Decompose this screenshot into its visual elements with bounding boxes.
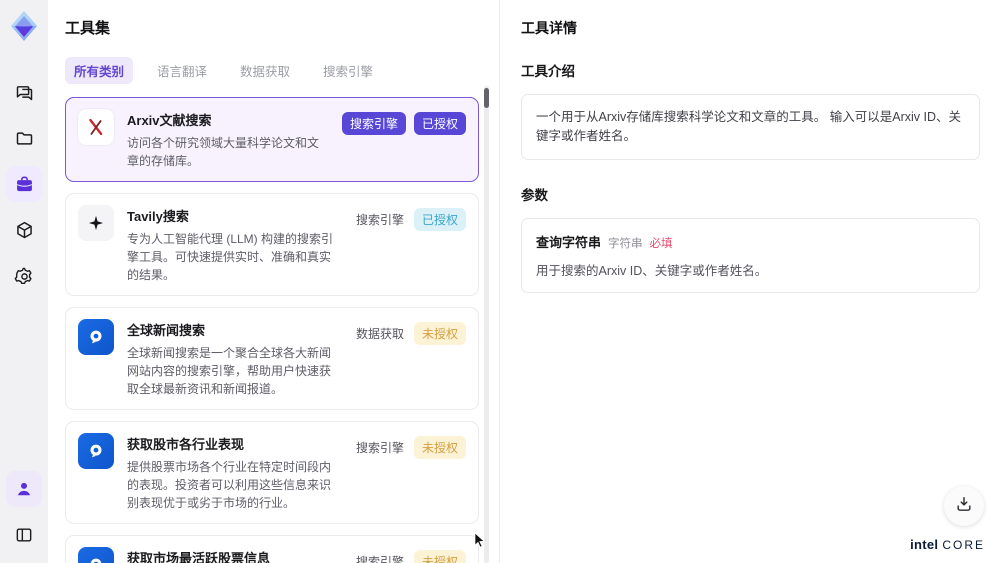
- app-window: 工具集 所有类别 语言翻译 数据获取 搜索引擎 Arxiv文献搜索 访问各个研究…: [0, 0, 1000, 563]
- left-rail: [0, 0, 48, 563]
- sidebar-item-settings[interactable]: [6, 258, 42, 294]
- sidebar-item-tools[interactable]: [6, 166, 42, 202]
- sidebar-item-account[interactable]: [6, 471, 42, 507]
- category-badge: 搜索引擎: [355, 213, 404, 227]
- param-item: 查询字符串 字符串 必填 用于搜索的Arxiv ID、关键字或作者姓名。: [521, 217, 980, 293]
- status-badge: 已授权: [413, 112, 466, 135]
- tool-card-most-active-stocks[interactable]: 获取市场最活跃股票信息 提供当天交易量最高的股票列表。投资者可以利用这些信息来识…: [65, 535, 479, 563]
- app-logo-icon: [6, 8, 42, 44]
- tool-detail-panel: 工具详情 工具介绍 一个用于从Arxiv存储库搜索科学论文和文章的工具。 输入可…: [501, 0, 1000, 563]
- tool-name: 全球新闻搜索: [127, 323, 206, 338]
- category-tabs: 所有类别 语言翻译 数据获取 搜索引擎: [65, 57, 499, 84]
- param-description: 用于搜索的Arxiv ID、关键字或作者姓名。: [536, 263, 768, 278]
- sidebar-item-files[interactable]: [6, 120, 42, 156]
- status-badge: 未授权: [413, 550, 466, 563]
- tool-card-sector-performance[interactable]: 获取股市各行业表现 提供股票市场各个行业在特定时间段内的表现。投资者可以利用这些…: [65, 421, 479, 524]
- folder-icon: [14, 128, 35, 149]
- user-icon: [14, 479, 34, 499]
- tab-language-translation[interactable]: 语言翻译: [148, 57, 216, 84]
- detail-title: 工具详情: [521, 20, 577, 36]
- tool-description: 访问各个研究领域大量科学论文和文章的存储库。: [127, 136, 320, 168]
- tool-description: 全球新闻搜索是一个聚合全球各大新闻网站内容的搜索引擎，帮助用户快速获取全球最新资…: [127, 346, 332, 396]
- q-search-logo-icon: [78, 547, 114, 563]
- list-scrollbar-thumb[interactable]: [484, 88, 489, 108]
- list-scrollbar[interactable]: [484, 86, 489, 563]
- intro-heading: 工具介绍: [521, 64, 575, 79]
- tool-card-global-news[interactable]: 全球新闻搜索 全球新闻搜索是一个聚合全球各大新闻网站内容的搜索引擎，帮助用户快速…: [65, 307, 479, 410]
- chat-bubbles-icon: [14, 82, 35, 103]
- param-name: 查询字符串: [536, 234, 602, 250]
- panel-toggle-icon: [14, 525, 34, 545]
- tool-card-tavily[interactable]: Tavily搜索 专为人工智能代理 (LLM) 构建的搜索引擎工具。可快速提供实…: [65, 193, 479, 296]
- intro-text: 一个用于从Arxiv存储库搜索科学论文和文章的工具。 输入可以是Arxiv ID…: [521, 94, 980, 160]
- arxiv-logo-icon: [78, 109, 114, 145]
- tab-data-acquisition[interactable]: 数据获取: [231, 57, 299, 84]
- q-search-logo-icon: [78, 433, 114, 469]
- page-title: 工具集: [65, 20, 111, 37]
- sidebar-item-chat[interactable]: [6, 74, 42, 110]
- tool-card-list: Arxiv文献搜索 访问各个研究领域大量科学论文和文章的存储库。 搜索引擎 已授…: [65, 97, 479, 563]
- tool-name: 获取股市各行业表现: [127, 437, 245, 452]
- intel-core-logo: intel CORE: [910, 537, 985, 552]
- intel-brand-text: intel: [910, 537, 939, 552]
- briefcase-icon: [14, 174, 35, 195]
- category-badge: 搜索引擎: [355, 441, 404, 455]
- download-icon: [954, 494, 974, 519]
- tavily-star-icon: [78, 205, 114, 241]
- q-search-logo-icon: [78, 319, 114, 355]
- gear-icon: [14, 266, 35, 287]
- category-badge: 数据获取: [355, 327, 404, 341]
- tab-all-categories[interactable]: 所有类别: [65, 57, 134, 84]
- param-required-badge: 必填: [649, 237, 673, 250]
- tool-description: 专为人工智能代理 (LLM) 构建的搜索引擎工具。可快速提供实时、准确和真实的结…: [127, 232, 334, 282]
- params-heading: 参数: [521, 187, 548, 203]
- core-brand-text: CORE: [942, 538, 985, 552]
- category-badge: 搜索引擎: [355, 555, 404, 563]
- sidebar-item-collapse[interactable]: [6, 517, 42, 553]
- category-badge: 搜索引擎: [341, 112, 406, 135]
- cube-icon: [14, 220, 35, 241]
- tools-list-panel: 工具集 所有类别 语言翻译 数据获取 搜索引擎 Arxiv文献搜索 访问各个研究…: [48, 0, 500, 563]
- status-badge: 未授权: [413, 322, 466, 345]
- tool-description: 提供股票市场各个行业在特定时间段内的表现。投资者可以利用这些信息来识别表现优于或…: [127, 460, 332, 510]
- tool-card-arxiv[interactable]: Arxiv文献搜索 访问各个研究领域大量科学论文和文章的存储库。 搜索引擎 已授…: [65, 97, 479, 182]
- tool-name: Arxiv文献搜索: [127, 113, 212, 128]
- sidebar-item-models[interactable]: [6, 212, 42, 248]
- tab-search-engine[interactable]: 搜索引擎: [314, 57, 382, 84]
- tool-name: 获取市场最活跃股票信息: [127, 551, 271, 563]
- status-badge: 已授权: [413, 208, 466, 231]
- param-type: 字符串: [608, 237, 643, 250]
- status-badge: 未授权: [413, 436, 466, 459]
- tool-name: Tavily搜索: [127, 209, 189, 224]
- download-button[interactable]: [944, 486, 984, 526]
